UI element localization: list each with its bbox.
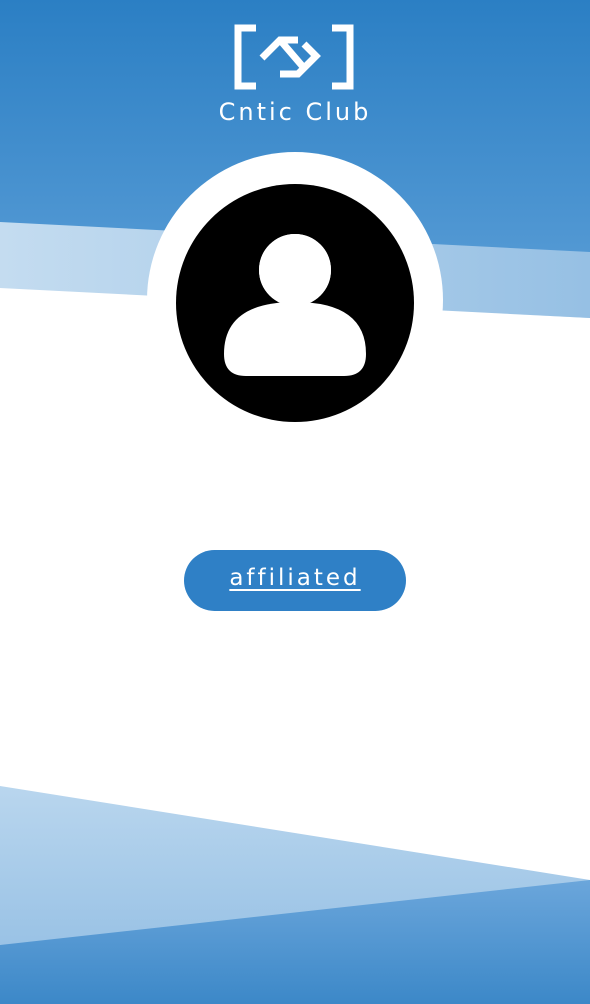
background-decoration bbox=[0, 0, 590, 1004]
affiliated-status-button[interactable]: affiliated bbox=[184, 550, 406, 611]
cntic-club-logo bbox=[234, 24, 354, 90]
brand-name: Cntic Club bbox=[218, 98, 372, 126]
user-avatar-icon bbox=[176, 184, 414, 422]
